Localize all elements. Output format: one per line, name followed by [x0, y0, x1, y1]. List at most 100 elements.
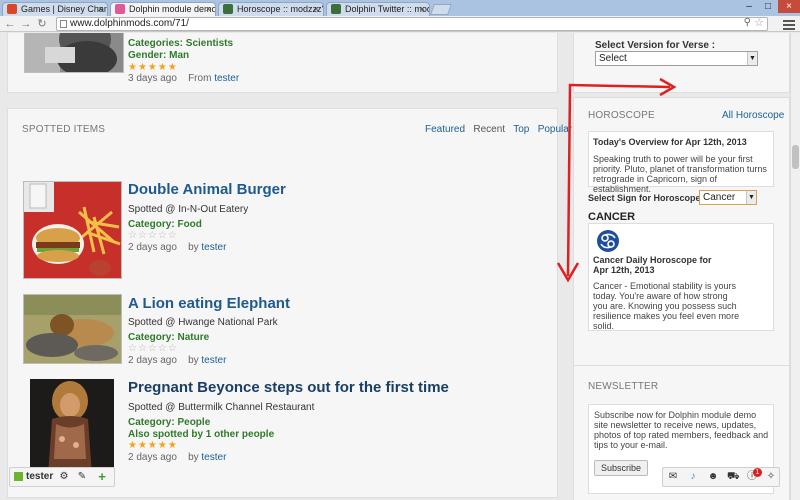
item-date: 2 days ago: [128, 355, 177, 366]
top-item-gender: Gender: Man: [128, 50, 189, 61]
wrench-icon[interactable]: ✧: [765, 471, 777, 483]
disney-favicon-icon: [7, 4, 17, 14]
item-spotted-line: Spotted @ In-N-Out Eatery: [128, 204, 248, 215]
item-title-link[interactable]: A Lion eating Elephant: [128, 295, 290, 312]
gear-icon[interactable]: ⚙: [58, 471, 70, 483]
tab-dolphin-demo[interactable]: Dolphin module demo site ×: [110, 2, 216, 16]
top-item-categories: Categories: Scientists: [128, 38, 233, 49]
rating-stars: ★★★★★: [128, 440, 178, 451]
also-spotted-text: Also spotted by 1 other people: [128, 429, 275, 440]
filter-recent[interactable]: Recent: [473, 124, 505, 135]
close-icon[interactable]: ×: [98, 3, 103, 15]
edit-icon[interactable]: ✎: [76, 471, 88, 483]
back-arrow-icon[interactable]: ←: [4, 17, 16, 31]
newsletter-text: Subscribe now for Dolphin module demo si…: [594, 410, 769, 450]
item-spotted-line: Spotted @ Buttermilk Channel Restaurant: [128, 402, 314, 413]
spotted-location: Hwange National Park: [178, 317, 278, 328]
scrollbar-thumb[interactable]: [792, 145, 799, 169]
verse-label: Select Version for Verse :: [595, 40, 716, 51]
item-meta: 2 days ago by tester: [128, 242, 226, 253]
category-label: Category:: [128, 417, 175, 428]
rating-stars: ★★★★★: [128, 62, 178, 73]
item-title-link[interactable]: Pregnant Beyonce steps out for the first…: [128, 379, 449, 396]
tab-games-disney[interactable]: Games | Disney Channel ×: [2, 2, 108, 16]
browser-tab-strip: Games | Disney Channel × Dolphin module …: [0, 0, 800, 16]
category-label: Category:: [128, 219, 175, 230]
item-meta: 2 days ago by tester: [128, 355, 226, 366]
new-tab-button[interactable]: [429, 4, 453, 15]
browser-toolbar: ← → ↻ www.dolphinmods.com/71/ ⚲ ☆: [0, 16, 800, 32]
spotted-location: In-N-Out Eatery: [178, 204, 249, 215]
annotation-arrow: [556, 77, 677, 283]
gender-value: Man: [169, 50, 190, 61]
reload-icon[interactable]: ↻: [36, 17, 48, 31]
all-horoscope-link[interactable]: All Horoscope: [722, 110, 784, 121]
rating-stars: ☆☆☆☆☆: [128, 230, 178, 241]
scientist-photo[interactable]: [24, 33, 124, 73]
top-item-meta: 3 days ago From tester: [128, 73, 239, 84]
author-link[interactable]: tester: [201, 355, 226, 366]
username-link[interactable]: tester: [26, 471, 53, 482]
address-bar[interactable]: www.dolphinmods.com/71/ ⚲ ☆: [56, 17, 768, 31]
from-label: From: [188, 73, 212, 84]
categories-label: Categories:: [128, 38, 184, 49]
close-icon[interactable]: ×: [206, 3, 211, 15]
lion-photo[interactable]: [23, 294, 122, 364]
burger-photo[interactable]: [23, 181, 122, 279]
maximize-icon[interactable]: □: [759, 0, 777, 13]
zoom-icon[interactable]: ⚲: [744, 17, 751, 29]
subscribe-button[interactable]: Subscribe: [594, 460, 648, 476]
spotted-items-panel: SPOTTED ITEMS Featured Recent Top Popula…: [7, 108, 572, 498]
beyonce-photo[interactable]: [30, 379, 114, 476]
by-label: by: [188, 355, 199, 366]
item-date: 2 days ago: [128, 242, 177, 253]
newsletter-title: NEWSLETTER: [588, 381, 659, 392]
window-close-icon[interactable]: ×: [778, 0, 800, 13]
tab-horoscope[interactable]: Horoscope :: modzzz's pr ×: [218, 2, 324, 16]
forward-arrow-icon[interactable]: →: [20, 17, 32, 31]
browser-menu-icon[interactable]: [783, 18, 795, 30]
category-link[interactable]: Scientists: [186, 38, 233, 49]
category-link[interactable]: People: [177, 417, 210, 428]
close-icon[interactable]: ×: [420, 3, 425, 15]
sign-select[interactable]: Cancer ▼: [699, 190, 757, 205]
user-status-icon: [14, 472, 23, 481]
verse-version-select[interactable]: Select ▼: [595, 51, 758, 66]
cart-icon[interactable]: ⛟: [727, 471, 740, 483]
close-icon[interactable]: ×: [314, 3, 319, 15]
spotted-location: Buttermilk Channel Restaurant: [178, 402, 315, 413]
dolphin-favicon-icon: [115, 4, 125, 14]
item-title-link[interactable]: Double Animal Burger: [128, 181, 286, 198]
filter-featured[interactable]: Featured: [425, 124, 465, 135]
by-label: by: [188, 242, 199, 253]
tab-twitter[interactable]: Dolphin Twitter :: modzz ×: [326, 2, 430, 16]
category-link[interactable]: Food: [177, 219, 201, 230]
bookmark-star-icon[interactable]: ☆: [754, 17, 764, 29]
minimize-icon[interactable]: –: [740, 0, 758, 13]
tab-label: Games | Disney Channel: [21, 4, 107, 14]
sign-selected-value: Cancer: [703, 192, 736, 203]
category-link[interactable]: Nature: [177, 332, 209, 343]
gender-label: Gender:: [128, 50, 167, 61]
add-icon[interactable]: +: [96, 470, 108, 483]
author-link[interactable]: tester: [201, 242, 226, 253]
filter-top[interactable]: Top: [513, 124, 529, 135]
category-label: Category:: [128, 332, 175, 343]
user-icon[interactable]: ☻: [707, 471, 719, 483]
verse-selected-value: Select: [599, 53, 627, 64]
spotted-prefix: Spotted @: [128, 204, 176, 215]
spotted-prefix: Spotted @: [128, 402, 176, 413]
address-url: www.dolphinmods.com/71/: [70, 18, 189, 29]
item-category-line: Category: Food: [128, 219, 202, 230]
twitter-bird-icon[interactable]: ♪: [687, 471, 699, 483]
author-link[interactable]: tester: [201, 452, 226, 463]
mail-icon[interactable]: ✉: [667, 471, 679, 483]
chevron-down-icon: ▼: [747, 52, 757, 65]
item-meta: 2 days ago by tester: [128, 452, 226, 463]
page-scrollbar[interactable]: [790, 33, 800, 500]
spotted-prefix: Spotted @: [128, 317, 176, 328]
spotted-filter-tabs: Featured Recent Top Popular: [425, 124, 572, 135]
rating-stars: ☆☆☆☆☆: [128, 343, 178, 354]
top-item-panel: Categories: Scientists Gender: Man ★★★★★…: [7, 33, 558, 93]
author-link[interactable]: tester: [214, 73, 239, 84]
